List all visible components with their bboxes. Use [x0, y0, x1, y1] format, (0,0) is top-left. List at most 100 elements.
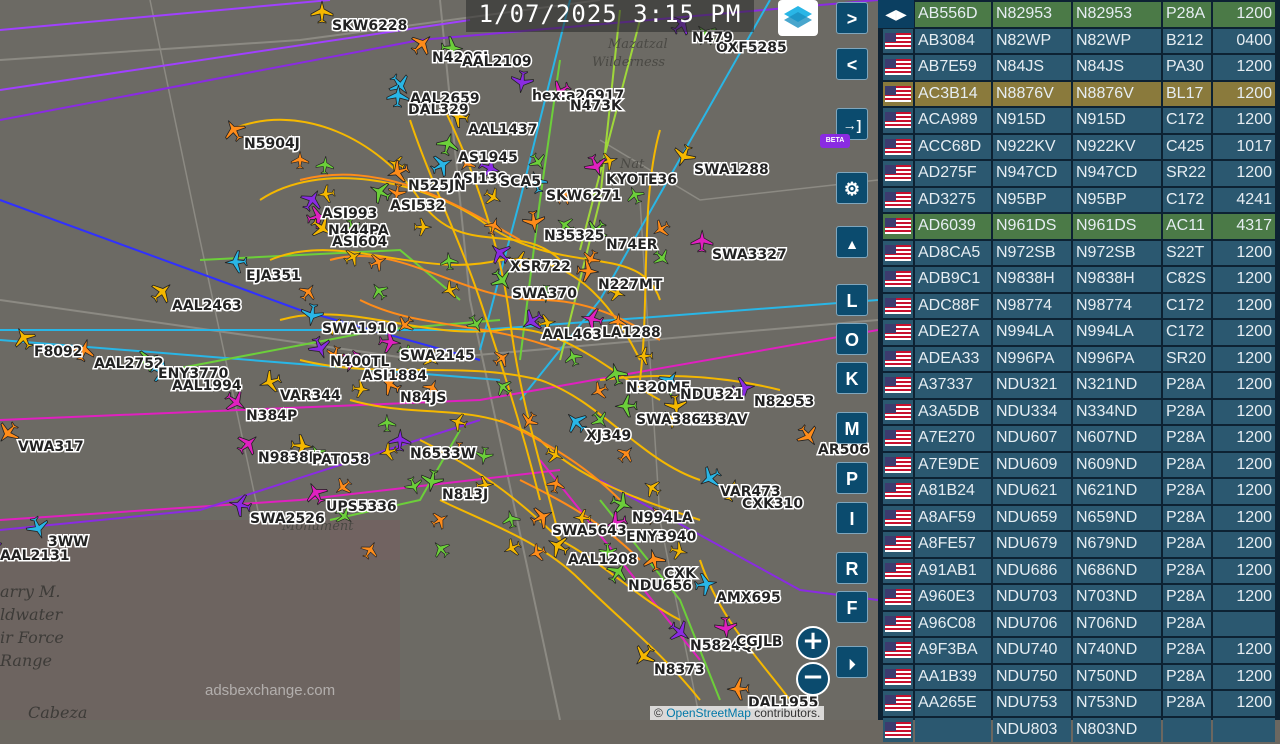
- aircraft-row[interactable]: A3A5DB NDU334 N334ND P28A 1200: [883, 399, 1275, 424]
- toggle-I-button[interactable]: I: [836, 502, 868, 534]
- call-cell: N9838H: [1073, 267, 1161, 292]
- replay-button[interactable]: ⏵: [836, 646, 868, 678]
- type-cell: P28A: [1163, 479, 1211, 504]
- aircraft-table: AB556D N82953 N82953 P28A 1200 AB3084 N82WP N82…: [881, 0, 1277, 744]
- flight-label: N994LA: [632, 510, 693, 526]
- aircraft-row[interactable]: AA265E NDU753 N753ND P28A 1200: [883, 691, 1275, 716]
- aircraft-row[interactable]: A91AB1 NDU686 N686ND P28A 1200: [883, 558, 1275, 583]
- toggle-K-button[interactable]: K: [836, 362, 868, 394]
- aircraft-row[interactable]: AA1B39 NDU750 N750ND P28A 1200: [883, 664, 1275, 689]
- wilderness-label: Wilderness: [592, 55, 665, 70]
- aircraft-icon[interactable]: [290, 151, 310, 170]
- zoom-out-button[interactable]: −: [796, 662, 830, 696]
- filter-button[interactable]: ▲: [836, 226, 868, 258]
- aircraft-row[interactable]: A96C08 NDU706 N706ND P28A: [883, 611, 1275, 636]
- aircraft-row[interactable]: ADB9C1 N9838H N9838H C82S 1200: [883, 267, 1275, 292]
- terrain-label: ldwater: [0, 605, 63, 624]
- aircraft-row[interactable]: AD6039 N961DS N961DS AC11 4317: [883, 214, 1275, 239]
- call-cell: N321ND: [1073, 373, 1161, 398]
- aircraft-icon[interactable]: [474, 446, 494, 466]
- map-canvas[interactable]: arry M. ldwater ir Force Range Cabeza Ma…: [0, 0, 878, 720]
- aircraft-row[interactable]: ADC88F N98774 N98774 C172 1200: [883, 293, 1275, 318]
- flight-label: N5904J: [244, 136, 300, 152]
- aircraft-row[interactable]: AD8CA5 N972SB N972SB S22T 1200: [883, 240, 1275, 265]
- terrain-label: arry M.: [0, 582, 60, 601]
- attribution-link[interactable]: OpenStreetMap: [666, 706, 751, 720]
- aircraft-row[interactable]: ACA989 N915D N915D C172 1200: [883, 108, 1275, 133]
- type-cell: P28A: [1163, 399, 1211, 424]
- aircraft-icon[interactable]: [614, 394, 638, 418]
- sidebar-toggle-button[interactable]: ◀▶: [878, 0, 914, 28]
- zoom-in-button[interactable]: +: [796, 626, 830, 660]
- aircraft-icon[interactable]: [315, 155, 334, 175]
- us-flag-icon: [885, 536, 911, 553]
- layers-button[interactable]: [778, 0, 818, 36]
- flight-label: ASI993: [322, 206, 377, 222]
- toggle-R-button[interactable]: R: [836, 552, 868, 584]
- aircraft-icon[interactable]: [439, 251, 459, 271]
- aircraft-icon[interactable]: [546, 474, 567, 495]
- aircraft-row[interactable]: AB7E59 N84JS N84JS PA30 1200: [883, 55, 1275, 80]
- aircraft-icon[interactable]: [377, 414, 397, 433]
- alt-cell: 0400: [1213, 28, 1275, 53]
- flight-label: AAL2109: [462, 54, 532, 70]
- aircraft-row[interactable]: AD3275 N95BP N95BP C172 4241: [883, 187, 1275, 212]
- flight-label: SWA2526: [250, 511, 325, 527]
- aircraft-row[interactable]: NDU803 N803ND: [883, 717, 1275, 742]
- toggle-L-button[interactable]: L: [836, 284, 868, 316]
- aircraft-icon[interactable]: [413, 217, 432, 237]
- toggle-P-button[interactable]: P: [836, 462, 868, 494]
- hex-cell: AB556D: [915, 2, 991, 27]
- aircraft-row[interactable]: AB3084 N82WP N82WP B212 0400: [883, 28, 1275, 53]
- hex-cell: A8FE57: [915, 532, 991, 557]
- alt-cell: 1200: [1213, 558, 1275, 583]
- aircraft-icon[interactable]: [587, 379, 611, 403]
- next-button[interactable]: >: [836, 2, 868, 34]
- call-cell: N95BP: [1073, 187, 1161, 212]
- settings-button[interactable]: ⚙: [836, 172, 868, 204]
- aircraft-row[interactable]: A7E9DE NDU609 N609ND P28A 1200: [883, 452, 1275, 477]
- aircraft-icon[interactable]: [510, 69, 535, 95]
- toggle-M-button[interactable]: M: [836, 412, 868, 444]
- aircraft-row[interactable]: A8AF59 NDU659 N659ND P28A 1200: [883, 505, 1275, 530]
- reg-cell: N922KV: [993, 134, 1071, 159]
- aircraft-icon[interactable]: [310, 0, 334, 24]
- flight-label: N227MT: [598, 277, 663, 293]
- prev-button[interactable]: <: [836, 48, 868, 80]
- aircraft-icon[interactable]: [690, 229, 714, 253]
- aircraft-row[interactable]: A81B24 NDU621 N621ND P28A 1200: [883, 479, 1275, 504]
- aircraft-icon[interactable]: [316, 184, 336, 204]
- aircraft-icon[interactable]: [522, 210, 547, 235]
- aircraft-icon[interactable]: [526, 542, 549, 565]
- aircraft-row[interactable]: AC3B14 N8876V N8876V BL17 1200: [883, 81, 1275, 106]
- flight-label: N74ER: [606, 237, 658, 253]
- aircraft-row[interactable]: A37337 NDU321 N321ND P28A 1200: [883, 373, 1275, 398]
- aircraft-icon[interactable]: [429, 537, 454, 562]
- aircraft-row[interactable]: A7E270 NDU607 N607ND P28A 1200: [883, 426, 1275, 451]
- flight-map[interactable]: arry M. ldwater ir Force Range Cabeza Ma…: [0, 0, 878, 720]
- reg-cell: NDU609: [993, 452, 1071, 477]
- terrain-label: ir Force: [0, 628, 64, 647]
- flag-cell: [883, 108, 913, 133]
- flight-track-green: [199, 248, 461, 301]
- aircraft-row[interactable]: ADE27A N994LA N994LA C172 1200: [883, 320, 1275, 345]
- type-cell: C425: [1163, 134, 1211, 159]
- aircraft-row[interactable]: AB556D N82953 N82953 P28A 1200: [883, 2, 1275, 27]
- reg-cell: NDU607: [993, 426, 1071, 451]
- aircraft-icon[interactable]: [428, 508, 452, 532]
- aircraft-row[interactable]: A8FE57 NDU679 N679ND P28A 1200: [883, 532, 1275, 557]
- aircraft-icon[interactable]: [224, 250, 248, 274]
- aircraft-icon[interactable]: [367, 279, 392, 304]
- aircraft-row[interactable]: A960E3 NDU703 N703ND P28A 1200: [883, 585, 1275, 610]
- toggle-F-button[interactable]: F: [836, 591, 868, 623]
- aircraft-icon[interactable]: [614, 442, 639, 467]
- aircraft-row[interactable]: ACC68D N922KV N922KV C425 1017: [883, 134, 1275, 159]
- aircraft-icon[interactable]: [726, 677, 750, 701]
- aircraft-icon[interactable]: [640, 476, 664, 500]
- aircraft-row[interactable]: ADEA33 N996PA N996PA SR20 1200: [883, 346, 1275, 371]
- aircraft-row[interactable]: AD275F N947CD N947CD SR22 1200: [883, 161, 1275, 186]
- aircraft-icon[interactable]: [419, 468, 445, 493]
- aircraft-icon[interactable]: [500, 536, 524, 560]
- aircraft-row[interactable]: A9F3BA NDU740 N740ND P28A 1200: [883, 638, 1275, 663]
- toggle-O-button[interactable]: O: [836, 323, 868, 355]
